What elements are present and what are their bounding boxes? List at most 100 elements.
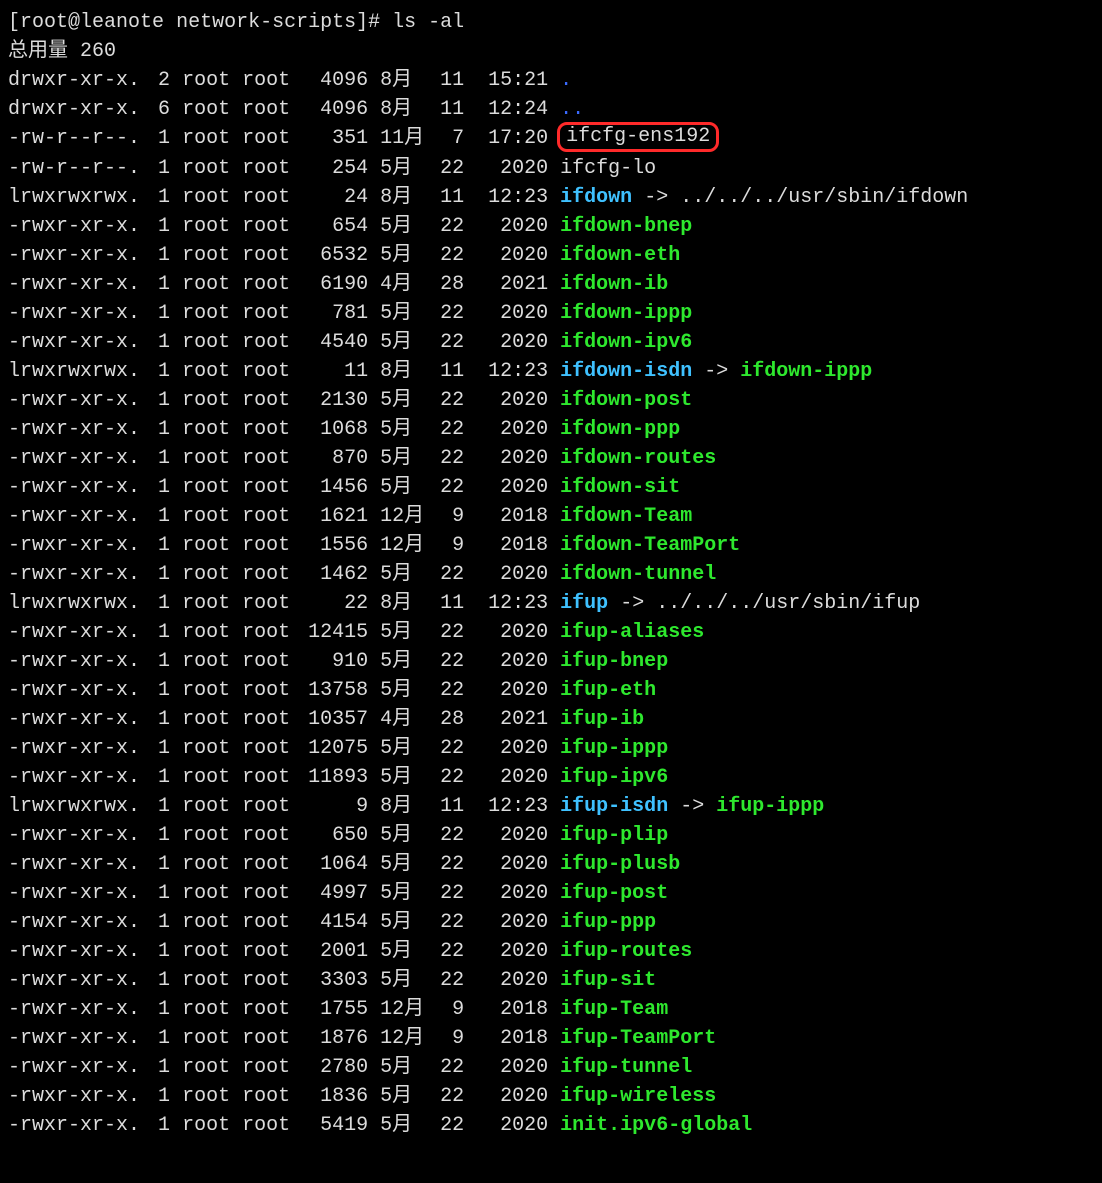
- link-count: 1: [152, 908, 170, 937]
- list-row: -rwxr-xr-x. 1 root root 654 5月22 2020 if…: [8, 212, 1094, 241]
- month: 5月: [380, 1111, 428, 1140]
- month: 5月: [380, 241, 428, 270]
- list-row: drwxr-xr-x. 6 root root 4096 8月11 12:24 …: [8, 95, 1094, 124]
- time: 2018: [476, 502, 548, 531]
- day: 22: [428, 879, 464, 908]
- group: root: [242, 447, 290, 470]
- time: 12:23: [476, 183, 548, 212]
- list-row: -rwxr-xr-x. 1 root root 1556 12月9 2018 i…: [8, 531, 1094, 560]
- link-count: 1: [152, 212, 170, 241]
- list-row: -rw-r--r--. 1 root root 254 5月22 2020 if…: [8, 154, 1094, 183]
- filename: ifup-post: [560, 882, 668, 905]
- permissions: -rw-r--r--.: [8, 157, 140, 180]
- month: 8月: [380, 183, 428, 212]
- day: 11: [428, 357, 464, 386]
- size: 4540: [302, 328, 368, 357]
- day: 22: [428, 415, 464, 444]
- permissions: -rwxr-xr-x.: [8, 505, 140, 528]
- month: 5月: [380, 937, 428, 966]
- month: 5月: [380, 444, 428, 473]
- owner: root: [182, 331, 230, 354]
- owner: root: [182, 505, 230, 528]
- day: 7: [428, 124, 464, 153]
- filename: ifup-tunnel: [560, 1056, 692, 1079]
- permissions: -rwxr-xr-x.: [8, 1114, 140, 1137]
- list-row: lrwxrwxrwx. 1 root root 9 8月11 12:23 ifu…: [8, 792, 1094, 821]
- time: 2020: [476, 444, 548, 473]
- link-count: 1: [152, 763, 170, 792]
- filename: ifup-isdn: [560, 795, 668, 818]
- link-count: 1: [152, 995, 170, 1024]
- month: 12月: [380, 502, 428, 531]
- filename: ifdown-ipv6: [560, 331, 692, 354]
- month: 12月: [380, 995, 428, 1024]
- link-count: 1: [152, 415, 170, 444]
- owner: root: [182, 940, 230, 963]
- filename: ifdown-Team: [560, 505, 692, 528]
- owner: root: [182, 853, 230, 876]
- group: root: [242, 1056, 290, 1079]
- permissions: -rwxr-xr-x.: [8, 273, 140, 296]
- link-count: 1: [152, 734, 170, 763]
- time: 2020: [476, 821, 548, 850]
- day: 11: [428, 95, 464, 124]
- owner: root: [182, 447, 230, 470]
- link-count: 1: [152, 560, 170, 589]
- permissions: -rwxr-xr-x.: [8, 940, 140, 963]
- filename: ifcfg-ens192: [566, 125, 710, 148]
- day: 28: [428, 705, 464, 734]
- month: 8月: [380, 95, 428, 124]
- link-count: 1: [152, 473, 170, 502]
- link-count: 1: [152, 328, 170, 357]
- time: 2020: [476, 415, 548, 444]
- permissions: -rwxr-xr-x.: [8, 621, 140, 644]
- time: 2020: [476, 473, 548, 502]
- link-count: 1: [152, 821, 170, 850]
- list-row: -rwxr-xr-x. 1 root root 2001 5月22 2020 i…: [8, 937, 1094, 966]
- owner: root: [182, 418, 230, 441]
- month: 5月: [380, 386, 428, 415]
- owner: root: [182, 127, 230, 150]
- link-count: 1: [152, 444, 170, 473]
- list-row: -rwxr-xr-x. 1 root root 12415 5月22 2020 …: [8, 618, 1094, 647]
- day: 22: [428, 676, 464, 705]
- month: 4月: [380, 705, 428, 734]
- day: 9: [428, 995, 464, 1024]
- day: 22: [428, 850, 464, 879]
- list-row: -rwxr-xr-x. 1 root root 1621 12月9 2018 i…: [8, 502, 1094, 531]
- day: 22: [428, 212, 464, 241]
- owner: root: [182, 563, 230, 586]
- filename: ifup-ppp: [560, 911, 656, 934]
- time: 2020: [476, 850, 548, 879]
- link-count: 1: [152, 183, 170, 212]
- group: root: [242, 969, 290, 992]
- permissions: -rwxr-xr-x.: [8, 447, 140, 470]
- day: 22: [428, 1053, 464, 1082]
- day: 22: [428, 1082, 464, 1111]
- owner: root: [182, 157, 230, 180]
- link-count: 1: [152, 502, 170, 531]
- day: 22: [428, 618, 464, 647]
- day: 28: [428, 270, 464, 299]
- link-count: 1: [152, 618, 170, 647]
- time: 2018: [476, 531, 548, 560]
- group: root: [242, 1114, 290, 1137]
- symlink-target: ../../../usr/sbin/ifdown: [680, 186, 968, 209]
- time: 2020: [476, 618, 548, 647]
- month: 5月: [380, 966, 428, 995]
- time: 15:21: [476, 66, 548, 95]
- permissions: -rwxr-xr-x.: [8, 302, 140, 325]
- size: 12415: [302, 618, 368, 647]
- time: 2020: [476, 734, 548, 763]
- group: root: [242, 244, 290, 267]
- filename: ifdown-sit: [560, 476, 680, 499]
- list-row: -rwxr-xr-x. 1 root root 650 5月22 2020 if…: [8, 821, 1094, 850]
- link-count: 1: [152, 676, 170, 705]
- link-count: 1: [152, 879, 170, 908]
- filename: ifup-aliases: [560, 621, 704, 644]
- size: 2001: [302, 937, 368, 966]
- time: 2020: [476, 241, 548, 270]
- owner: root: [182, 1027, 230, 1050]
- day: 22: [428, 937, 464, 966]
- group: root: [242, 824, 290, 847]
